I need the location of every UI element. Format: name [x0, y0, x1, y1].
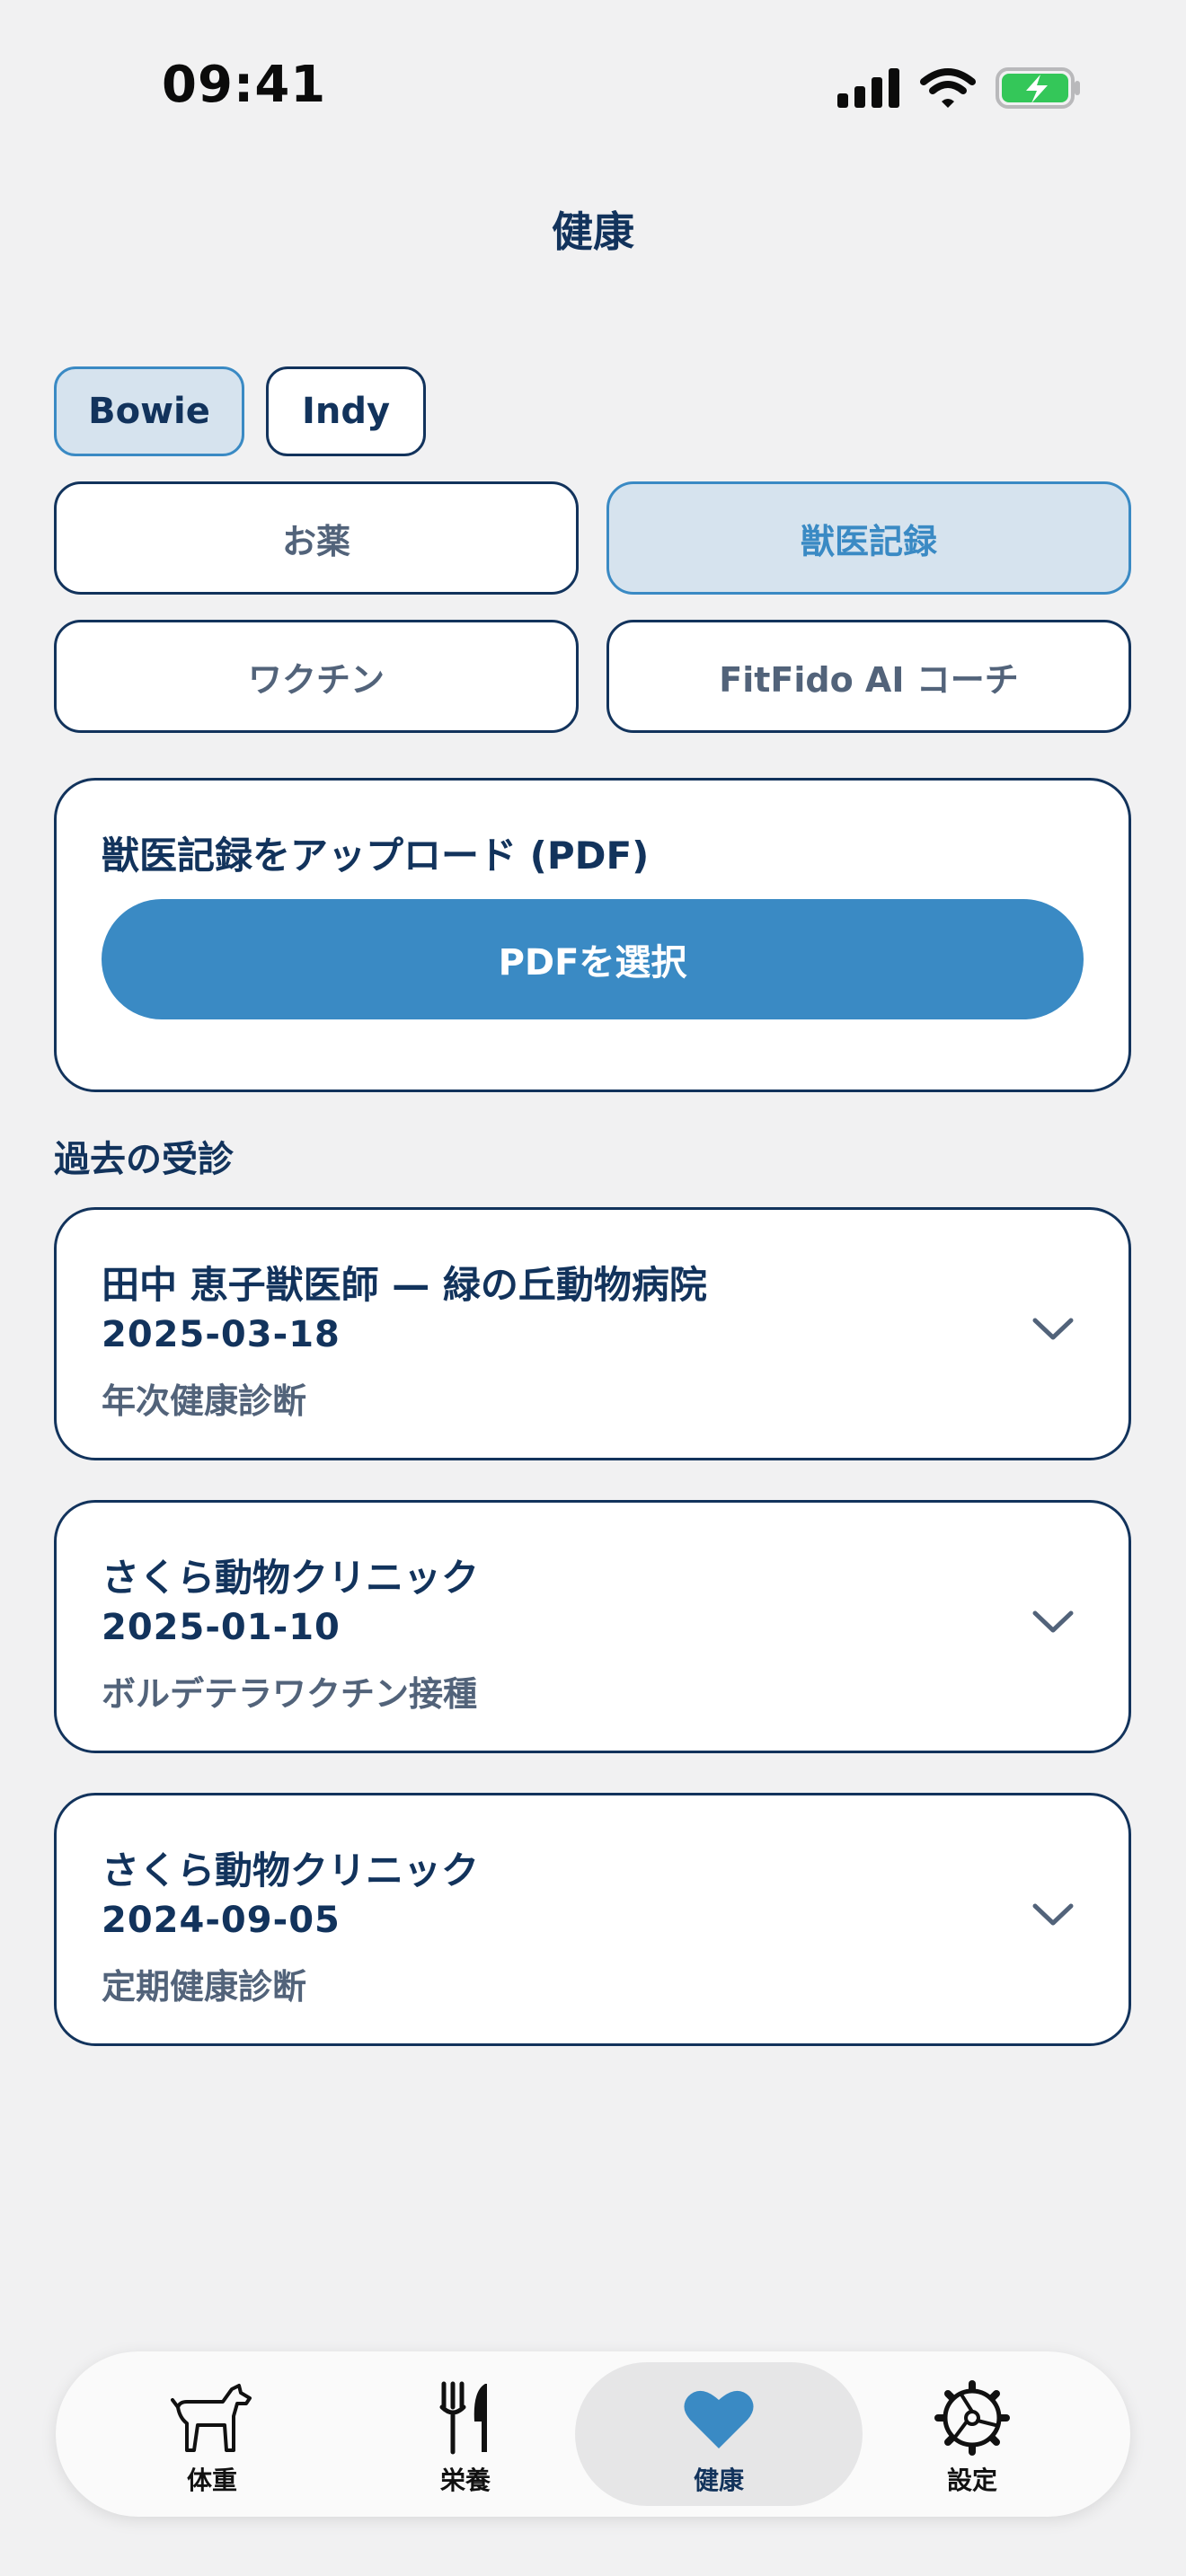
tab-medication[interactable]: お薬 [54, 481, 579, 595]
visit-description: 定期健康診断 [102, 1967, 307, 2007]
signal-icon [837, 68, 899, 108]
visit-vet: 田中 恵子獣医師 — 緑の丘動物病院 [102, 1263, 707, 1307]
fork-knife-icon [422, 2380, 509, 2456]
pet-pill-label: Bowie [88, 391, 210, 432]
pet-pill-indy[interactable]: Indy [266, 366, 426, 456]
pet-pill-label: Indy [301, 391, 391, 432]
tab-bar-item-settings[interactable]: 設定 [846, 2362, 1098, 2506]
tab-bar-label: 健康 [693, 2466, 744, 2495]
chevron-down-icon[interactable] [1031, 1316, 1075, 1343]
status-time: 09:41 [162, 56, 327, 114]
visit-card[interactable]: 田中 恵子獣医師 — 緑の丘動物病院 2025-03-18 年次健康診断 [54, 1207, 1131, 1460]
visit-card[interactable]: さくら動物クリニック 2025-01-10 ボルデテラワクチン接種 [54, 1500, 1131, 1753]
tab-bar-label: 体重 [186, 2466, 237, 2495]
visit-date: 2024-09-05 [102, 1900, 341, 1941]
visit-vet: さくら動物クリニック [102, 1556, 480, 1600]
battery-icon [996, 67, 1080, 109]
tab-label: ワクチン [247, 659, 385, 700]
gear-icon [929, 2380, 1015, 2456]
heart-icon [676, 2380, 762, 2456]
page-title: 健康 [552, 207, 634, 256]
past-visits-title: 過去の受診 [54, 1139, 234, 1180]
visit-card[interactable]: さくら動物クリニック 2024-09-05 定期健康診断 [54, 1793, 1131, 2046]
tab-label: FitFido AI コーチ [719, 659, 1019, 700]
tab-bar-label: 設定 [946, 2466, 997, 2495]
tab-vet-records[interactable]: 獣医記録 [606, 481, 1131, 595]
visit-date: 2025-01-10 [102, 1607, 341, 1648]
tab-ai-coach[interactable]: FitFido AI コーチ [606, 620, 1131, 733]
select-pdf-label: PDFを選択 [498, 942, 687, 984]
chevron-down-icon[interactable] [1031, 1901, 1075, 1928]
chevron-down-icon[interactable] [1031, 1609, 1075, 1636]
bottom-tab-bar: 体重 栄養 健康 設定 [56, 2351, 1130, 2517]
pet-pill-bowie[interactable]: Bowie [54, 366, 244, 456]
status-icons [837, 61, 1082, 115]
visit-vet: さくら動物クリニック [102, 1848, 480, 1892]
tab-label: 獣医記録 [800, 521, 937, 561]
tab-label: お薬 [281, 521, 350, 561]
tab-bar-item-nutrition[interactable]: 栄養 [340, 2362, 591, 2506]
tab-bar-item-weight[interactable]: 体重 [86, 2362, 338, 2506]
upload-card: 獣医記録をアップロード (PDF) PDFを選択 [54, 778, 1131, 1092]
select-pdf-button[interactable]: PDFを選択 [102, 899, 1084, 1019]
tab-vaccines[interactable]: ワクチン [54, 620, 579, 733]
wifi-icon [920, 68, 976, 108]
visit-date: 2025-03-18 [102, 1314, 341, 1355]
tab-bar-label: 栄養 [439, 2466, 491, 2495]
dog-icon [169, 2380, 255, 2456]
visit-description: 年次健康診断 [102, 1381, 307, 1421]
upload-title: 獣医記録をアップロード (PDF) [102, 834, 650, 878]
tab-bar-item-health[interactable]: 健康 [575, 2362, 863, 2506]
visit-description: ボルデテラワクチン接種 [102, 1674, 478, 1714]
